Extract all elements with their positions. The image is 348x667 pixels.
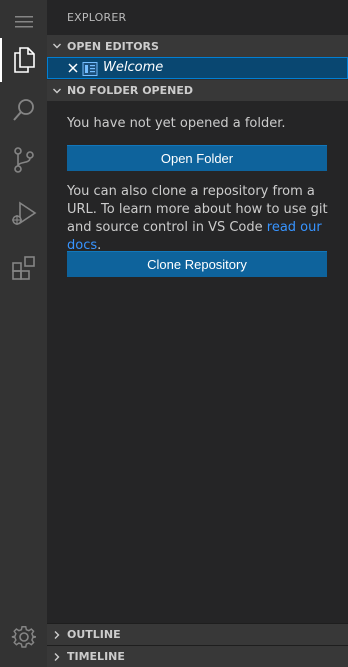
no-folder-message: You have not yet opened a folder. [67, 116, 286, 131]
search-icon [12, 99, 34, 121]
source-control-button[interactable] [0, 138, 47, 182]
open-editor-item-welcome[interactable]: Welcome [47, 57, 348, 79]
search-button[interactable] [0, 88, 47, 132]
source-control-icon [13, 147, 34, 173]
activity-bar [0, 0, 47, 667]
chevron-right-icon [47, 630, 67, 640]
explorer-icon [13, 47, 35, 73]
chevron-down-icon [47, 41, 67, 51]
timeline-header[interactable]: TIMELINE [47, 645, 348, 667]
open-editors-label: OPEN EDITORS [67, 39, 159, 53]
chevron-right-icon [47, 652, 67, 662]
explorer-sidebar: EXPLORER OPEN EDITORS Welcome NO FOLDER … [47, 0, 348, 667]
sidebar-title: EXPLORER [67, 11, 127, 24]
welcome-file-icon [82, 61, 98, 80]
open-editor-label: Welcome [103, 60, 164, 75]
settings-gear-icon [11, 626, 36, 648]
extensions-button[interactable] [0, 246, 47, 290]
clone-repository-button[interactable]: Clone Repository [67, 251, 327, 277]
timeline-label: TIMELINE [67, 650, 125, 663]
no-folder-label: NO FOLDER OPENED [67, 84, 193, 97]
manage-button[interactable] [0, 615, 47, 659]
chevron-down-icon [47, 86, 67, 96]
open-folder-button[interactable]: Open Folder [67, 145, 327, 171]
menu-icon [14, 16, 33, 28]
run-debug-icon [11, 201, 36, 225]
clone-message: You can also clone a repository from a U… [67, 183, 337, 255]
explorer-button[interactable] [0, 38, 47, 82]
open-editors-header[interactable]: OPEN EDITORS [47, 35, 348, 57]
close-icon[interactable] [67, 60, 79, 79]
run-debug-button[interactable] [0, 192, 47, 236]
extensions-icon [11, 256, 35, 280]
outline-header[interactable]: OUTLINE [47, 623, 348, 645]
outline-label: OUTLINE [67, 628, 121, 641]
no-folder-header[interactable]: NO FOLDER OPENED [47, 79, 348, 101]
